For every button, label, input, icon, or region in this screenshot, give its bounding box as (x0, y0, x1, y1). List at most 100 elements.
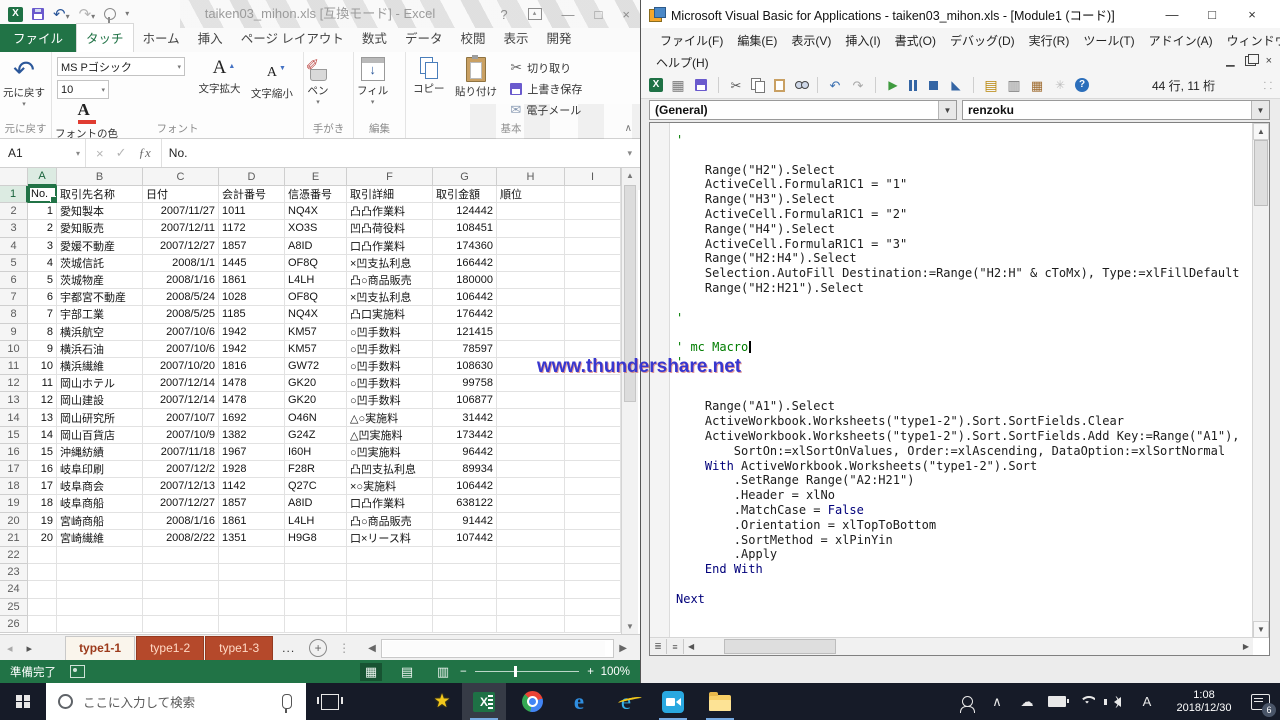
cell-D10[interactable]: 1942 (219, 341, 285, 358)
column-header-A[interactable]: A (28, 168, 57, 186)
save-button[interactable]: 上書き保存 (510, 78, 582, 99)
redo-icon[interactable]: ↷▾ (79, 7, 96, 22)
cell-I26[interactable] (565, 616, 621, 633)
pen-button[interactable]: ペン ▾ (304, 57, 332, 106)
edge-taskbar-button[interactable]: e (557, 683, 601, 720)
cell-G26[interactable] (433, 616, 497, 633)
cell-G23[interactable] (433, 564, 497, 581)
mdi-close-button[interactable]: × (1266, 55, 1272, 67)
excel-taskbar-button[interactable]: X (462, 683, 506, 720)
close-button[interactable]: × (1232, 7, 1272, 22)
page-layout-view-icon[interactable]: ▤ (396, 663, 418, 681)
reset-icon[interactable] (929, 81, 938, 90)
cell-G3[interactable]: 108451 (433, 220, 497, 237)
undo-icon[interactable]: ↶▾ (53, 7, 70, 22)
fill-button[interactable]: フィル ▾ (354, 57, 391, 106)
cell-A5[interactable]: 4 (28, 255, 57, 272)
cell-A11[interactable]: 10 (28, 358, 57, 375)
cell-D3[interactable]: 1172 (219, 220, 285, 237)
insert-function-icon[interactable]: ƒx (139, 145, 151, 161)
chrome-taskbar-button[interactable] (510, 683, 554, 720)
cell-E5[interactable]: OF8Q (285, 255, 347, 272)
cell-I3[interactable] (565, 220, 621, 237)
properties-window-icon[interactable]: ▥ (1006, 77, 1022, 93)
scrollbar-thumb[interactable] (383, 641, 605, 656)
cut-icon[interactable]: ✂ (728, 77, 744, 93)
run-macro-icon[interactable]: ▶ (885, 77, 901, 93)
row-header-21[interactable]: 21 (0, 530, 28, 547)
row-header-6[interactable]: 6 (0, 272, 28, 289)
cell-D12[interactable]: 1478 (219, 375, 285, 392)
cell-G21[interactable]: 107442 (433, 530, 497, 547)
ribbon-tab-ファイル[interactable]: ファイル (0, 24, 76, 52)
cell-B9[interactable]: 横浜航空 (57, 324, 143, 341)
cell-E6[interactable]: L4LH (285, 272, 347, 289)
design-mode-icon[interactable]: ◣ (948, 77, 964, 93)
copy-button[interactable]: コピー (410, 57, 448, 96)
undo-button[interactable]: ↶ 元に戻す ▾ (0, 57, 48, 108)
ribbon-tab-挿入[interactable]: 挿入 (189, 24, 232, 52)
menu-item[interactable]: 挿入(I) (838, 30, 887, 51)
cell-E19[interactable]: A8ID (285, 495, 347, 512)
cell-B5[interactable]: 茨城信託 (57, 255, 143, 272)
row-header-13[interactable]: 13 (0, 392, 28, 409)
cell-F9[interactable]: ○凹手数料 (347, 324, 433, 341)
ribbon-tab-校閲[interactable]: 校閲 (451, 24, 494, 52)
touch-mode-icon[interactable] (104, 8, 116, 20)
cell-F22[interactable] (347, 547, 433, 564)
cell-F4[interactable]: 口凸作業料 (347, 238, 433, 255)
cell-E26[interactable] (285, 616, 347, 633)
cell-A20[interactable]: 19 (28, 513, 57, 530)
scrollbar-track[interactable] (698, 638, 1239, 655)
menu-item[interactable]: デバッグ(D) (943, 30, 1022, 51)
cell-C24[interactable] (143, 581, 219, 598)
save-icon[interactable] (32, 8, 44, 20)
cell-H25[interactable] (497, 599, 565, 616)
row-header-24[interactable]: 24 (0, 581, 28, 598)
cell-D16[interactable]: 1967 (219, 444, 285, 461)
cell-F6[interactable]: 凸○商品販売 (347, 272, 433, 289)
battery-icon[interactable] (1042, 683, 1072, 720)
cell-B22[interactable] (57, 547, 143, 564)
cell-B2[interactable]: 愛知製本 (57, 203, 143, 220)
cell-E22[interactable] (285, 547, 347, 564)
cell-E23[interactable] (285, 564, 347, 581)
cell-A22[interactable] (28, 547, 57, 564)
collapse-ribbon-icon[interactable]: ∧ (625, 123, 632, 134)
paste-icon[interactable] (774, 79, 785, 92)
cell-D4[interactable]: 1857 (219, 238, 285, 255)
cell-D13[interactable]: 1478 (219, 392, 285, 409)
menu-item[interactable]: 編集(E) (730, 30, 784, 51)
cell-G14[interactable]: 31442 (433, 409, 497, 426)
cell-A6[interactable]: 5 (28, 272, 57, 289)
cell-E3[interactable]: XO3S (285, 220, 347, 237)
fill-handle[interactable] (50, 196, 57, 203)
cell-A4[interactable]: 3 (28, 238, 57, 255)
cell-C22[interactable] (143, 547, 219, 564)
row-header-17[interactable]: 17 (0, 461, 28, 478)
code-editor[interactable]: ' Range("H2").Select ActiveCell.FormulaR… (670, 123, 1253, 638)
cell-E7[interactable]: OF8Q (285, 289, 347, 306)
ribbon-tab-数式[interactable]: 数式 (353, 24, 396, 52)
cell-G22[interactable] (433, 547, 497, 564)
full-module-view-icon[interactable]: ≣ (650, 639, 667, 654)
vertical-scrollbar[interactable]: ▲ ▼ (1252, 123, 1269, 638)
next-sheet-icon[interactable]: ▸ (20, 642, 40, 655)
cell-G7[interactable]: 106442 (433, 289, 497, 306)
cell-F7[interactable]: ×凹支払利息 (347, 289, 433, 306)
break-icon[interactable] (908, 80, 918, 91)
cell-A19[interactable]: 18 (28, 495, 57, 512)
object-dropdown[interactable]: (General) ▼ (649, 100, 957, 120)
cell-C21[interactable]: 2008/2/22 (143, 530, 219, 547)
cell-B16[interactable]: 沖縄紡績 (57, 444, 143, 461)
minimize-button[interactable]: — (562, 7, 575, 22)
cell-B7[interactable]: 宇都宮不動産 (57, 289, 143, 306)
cell-C20[interactable]: 2008/1/16 (143, 513, 219, 530)
cell-H23[interactable] (497, 564, 565, 581)
cancel-formula-icon[interactable]: × (96, 146, 104, 161)
cell-B3[interactable]: 愛知販売 (57, 220, 143, 237)
cell-B1[interactable]: 取引先名称 (57, 186, 143, 203)
ime-mode[interactable]: A (1132, 683, 1162, 720)
cell-B14[interactable]: 岡山研究所 (57, 409, 143, 426)
row-header-5[interactable]: 5 (0, 255, 28, 272)
